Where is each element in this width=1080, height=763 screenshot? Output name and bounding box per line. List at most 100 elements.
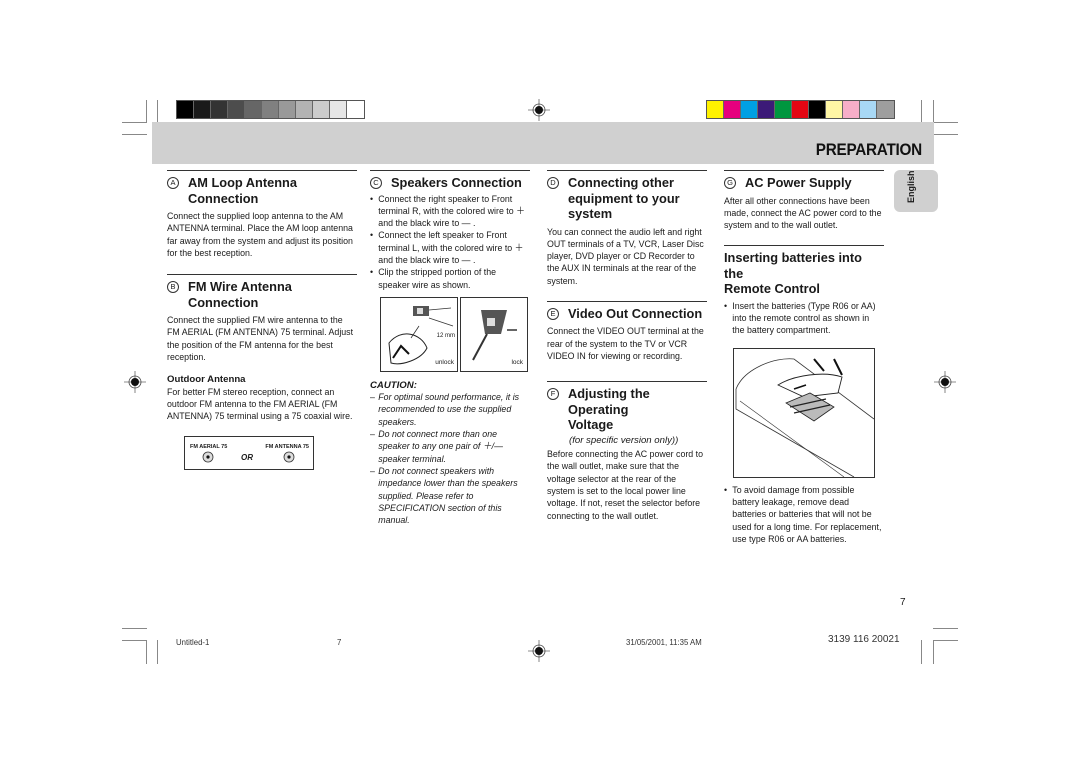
batteries-title-line1: Inserting batteries into the [724,250,862,281]
column-4: G AC Power Supply After all other connec… [724,170,884,546]
crop-mark [157,640,158,664]
column-2: C Speakers Connection • Connect the right… [370,170,530,527]
color-swatch [296,101,313,118]
color-swatch [194,101,211,118]
speaker-clip-figures: 12 mm unlock lock [380,296,530,372]
column-1: A AM Loop Antenna Connection Connect the … [167,170,357,470]
section-d-title-line1: Connecting other [568,175,674,190]
letter-d-icon: D [547,177,559,189]
color-swatch [741,101,758,118]
section-a-title-line2: Connection [188,190,259,206]
letter-a-icon: A [167,177,179,189]
outdoor-antenna-body: For better FM stereo reception, connect … [167,386,353,423]
section-f-heading: F Adjusting the Operating Voltage [547,386,707,433]
color-swatch [313,101,330,118]
letter-g-icon: G [724,177,736,189]
crop-mark [122,134,147,135]
color-swatch [211,101,228,118]
list-item: • To avoid damage from possible battery l… [724,484,882,545]
color-swatch [330,101,347,118]
outdoor-antenna-heading: Outdoor Antenna [167,374,246,386]
footer-filename: Untitled-1 [176,638,210,647]
section-f-note: (for specific version only)) [569,434,679,446]
letter-e-icon: E [547,307,559,320]
divider [724,245,884,247]
or-label: OR [241,452,253,462]
color-swatch [724,101,741,118]
divider [167,274,357,276]
section-e-title: Video Out Connection [568,305,703,321]
caution-heading: CAUTION: [370,379,417,391]
list-item: • Connect the left speaker to Front termi… [370,230,524,266]
remote-control-illustration-icon [735,358,875,478]
section-g-body: After all other connections have been ma… [724,195,882,232]
lock-figure: lock [460,296,528,372]
list-item: • Connect the right speaker to Front term… [370,193,525,230]
caution-item: – Do not connect speakers with impedance … [370,465,518,527]
color-swatch [758,101,775,118]
section-g-heading: G AC Power Supply [724,175,884,191]
section-f-body: Before connecting the AC power cord to t… [547,449,704,522]
section-e-heading: E Video Out Connection [547,306,707,322]
section-f-title-line1: Adjusting the Operating [568,386,650,417]
antenna-jack-icon [202,451,214,462]
divider [547,381,707,383]
unlock-figure: 12 mm unlock [380,296,458,372]
color-swatch [245,101,262,118]
divider [547,170,707,171]
page-title: PREPARATION [815,140,922,159]
divider [167,170,357,171]
crop-mark [921,100,922,122]
letter-c-icon: C [370,177,382,189]
list-item: • Insert the batteries (Type R06 or AA) i… [724,300,876,337]
grayscale-swatch-bar [176,100,365,119]
registration-mark-icon [124,371,146,393]
color-swatch [262,101,279,118]
section-g-title: AC Power Supply [745,175,852,190]
color-swatch [877,101,894,118]
divider [724,170,884,171]
color-swatch [279,101,296,118]
section-f-title-line2: Voltage [568,417,614,433]
crop-mark [122,122,147,123]
crop-mark [933,628,958,629]
color-swatch [228,101,245,118]
page-number: 7 [900,597,906,608]
crop-mark [122,640,147,641]
section-b-heading: B FM Wire Antenna Connection [167,279,357,310]
section-c-heading: C Speakers Connection [370,175,530,191]
color-swatch [707,101,724,118]
crop-mark [933,640,958,641]
color-swatch-bar [706,100,895,119]
caution-item: – For optimal sound performance, it is re… [370,392,520,428]
footer-timestamp: 31/05/2001, 11:35 AM [626,638,702,647]
section-d-body: You can connect the audio left and right… [547,226,704,287]
crop-mark [933,640,934,664]
section-b-title-line2: Connection [188,294,259,310]
lock-label: lock [511,358,523,366]
language-tab-label: English [906,170,916,203]
crop-mark [921,640,922,664]
color-swatch [177,101,194,118]
section-a-title-line1: AM Loop Antenna [188,175,297,190]
registration-mark-icon [934,371,956,393]
footer-product-code: 3139 116 20021 [828,634,900,645]
color-swatch [347,101,364,118]
section-a-heading: A AM Loop Antenna Connection [167,175,357,206]
batteries-heading: Inserting batteries into the Remote Contr… [724,250,884,297]
section-d-title-line2: equipment to your system [568,190,680,222]
color-swatch [792,101,809,118]
section-b-title-line1: FM Wire Antenna [188,279,292,295]
section-e-body: Connect the VIDEO OUT terminal at the re… [547,326,704,363]
color-swatch [826,101,843,118]
color-swatch [843,101,860,118]
antenna-jack-icon [283,451,295,462]
color-swatch [775,101,792,118]
crop-mark [146,100,147,122]
crop-mark [122,628,147,629]
color-swatch [809,101,826,118]
language-tab: English [894,170,938,212]
crop-mark [146,640,147,664]
color-swatch [860,101,877,118]
divider [547,300,707,302]
